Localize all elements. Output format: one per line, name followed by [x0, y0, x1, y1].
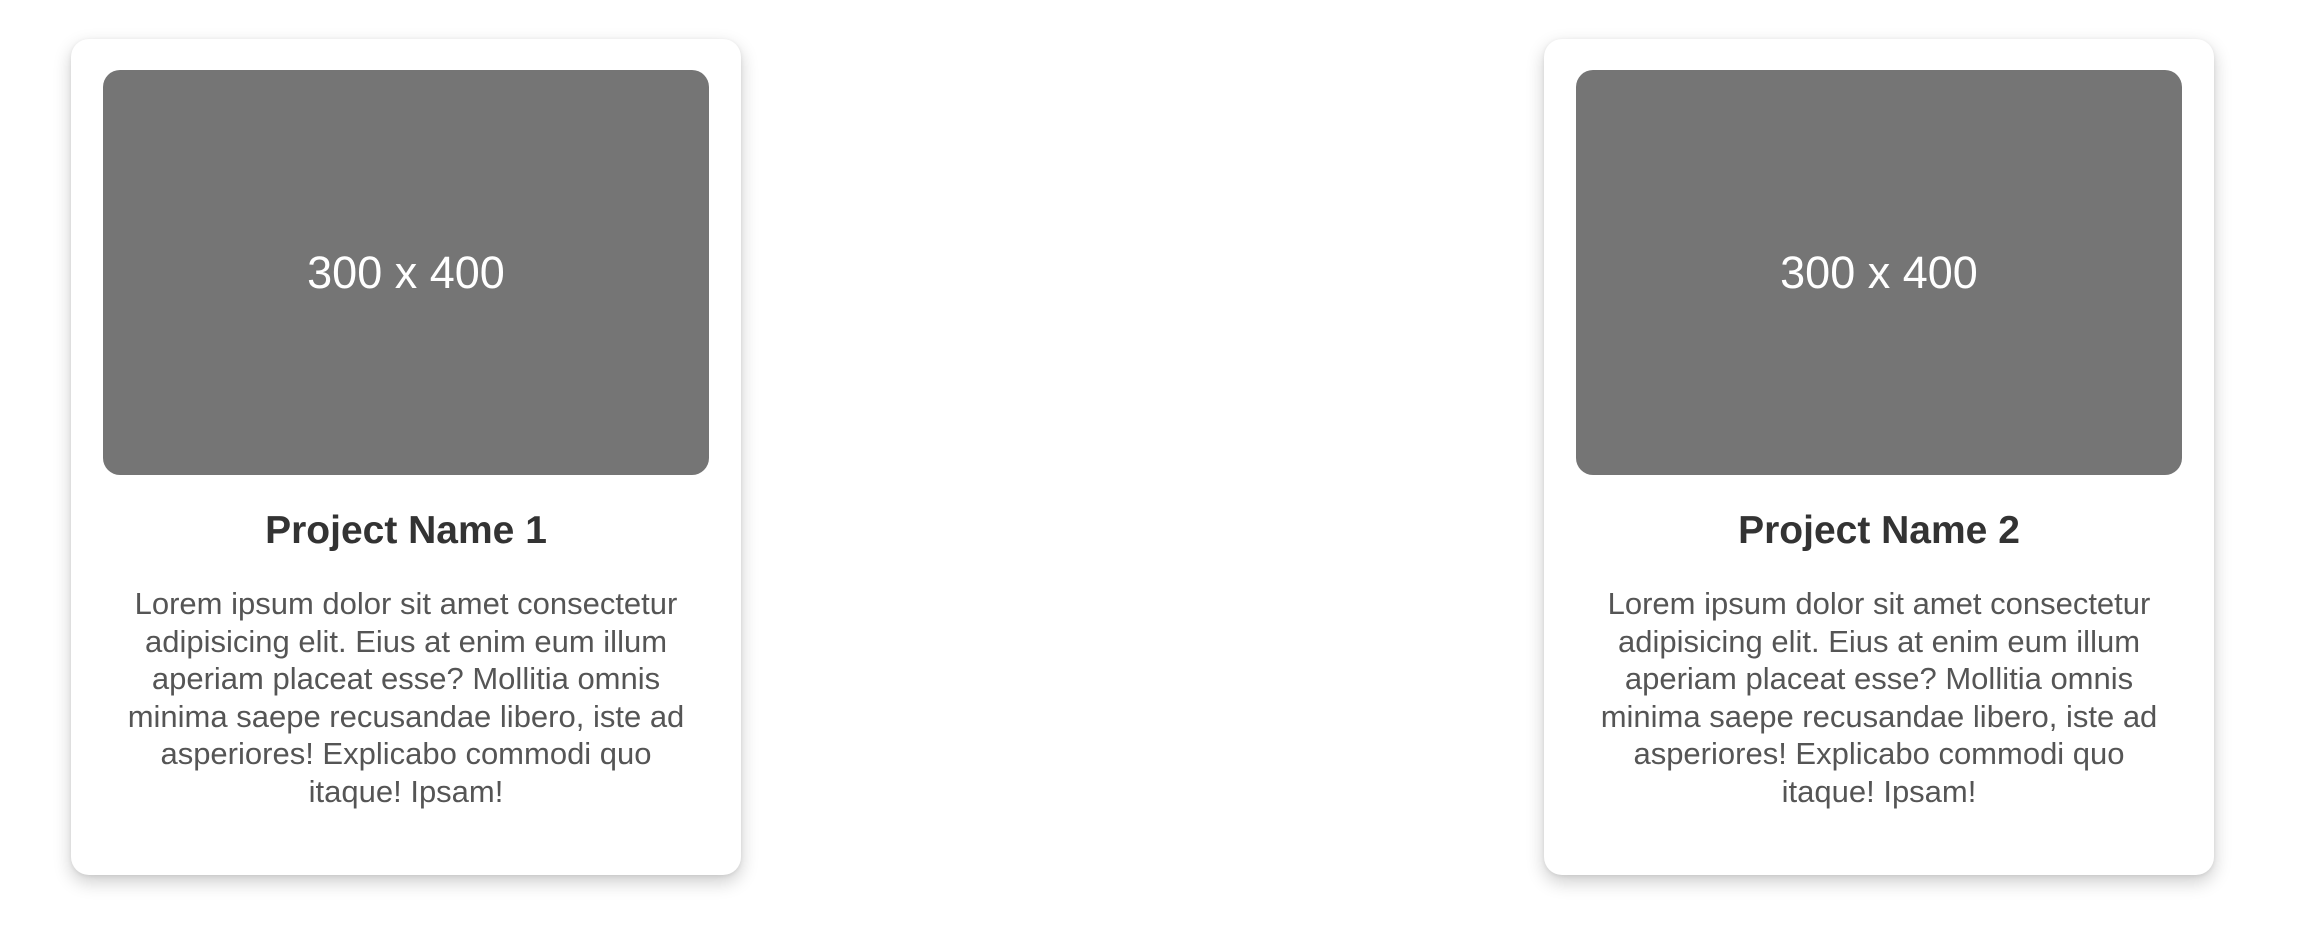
projects-page: 300 x 400 Project Name 1 Lorem ipsum dol… — [0, 0, 2298, 926]
project-image-placeholder: 300 x 400 — [1576, 70, 2182, 475]
project-title: Project Name 2 — [1738, 509, 2020, 552]
project-card[interactable]: 300 x 400 Project Name 2 Lorem ipsum dol… — [1544, 39, 2214, 875]
image-placeholder-label: 300 x 400 — [307, 247, 505, 298]
project-card[interactable]: 300 x 400 Project Name 1 Lorem ipsum dol… — [71, 39, 741, 875]
project-title: Project Name 1 — [265, 509, 547, 552]
project-description: Lorem ipsum dolor sit amet consectetur a… — [1600, 586, 2158, 809]
project-image-placeholder: 300 x 400 — [103, 70, 709, 475]
project-description: Lorem ipsum dolor sit amet consectetur a… — [127, 586, 685, 809]
image-placeholder-label: 300 x 400 — [1780, 247, 1978, 298]
